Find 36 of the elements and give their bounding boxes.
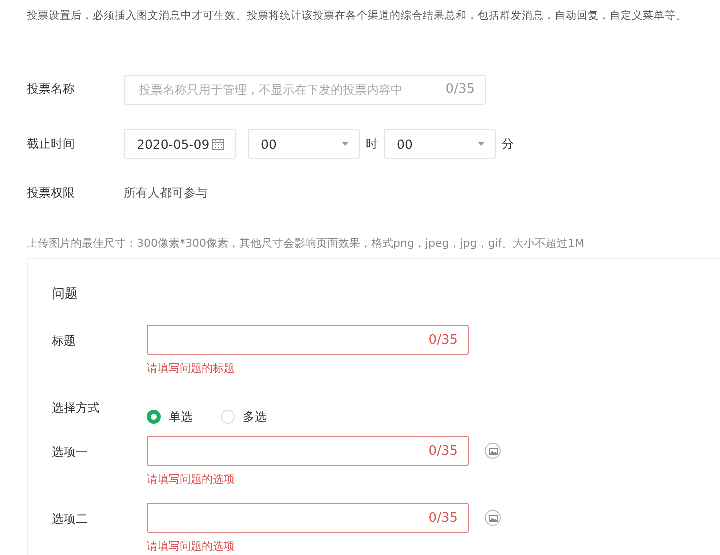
caret-icon [342, 142, 349, 146]
field-label: 投票名称 [27, 81, 76, 98]
char-counter: 0/35 [428, 332, 458, 348]
upload-hint: 上传图片的最佳尺寸：300像素*300像素，其他尺寸会影响页面效果，格式png，jpeg，jpg，gif。大小不超过1M [27, 236, 586, 251]
image-button[interactable] [485, 443, 501, 459]
image-icon [488, 514, 498, 522]
radio-option[interactable]: 单选 [147, 398, 193, 436]
date-field[interactable]: 2020-05-09 [124, 129, 236, 159]
field-label: 截止时间 [27, 136, 76, 152]
image-icon [488, 448, 498, 454]
input-field[interactable]: 0/35 [147, 503, 469, 533]
field-label: 投票权限 [27, 184, 76, 202]
unit-label: 分 [502, 136, 514, 152]
text-input[interactable]: 投票名称只用于管理，不显示在下发的投票内容中 [137, 82, 446, 98]
char-counter: 0/35 [428, 510, 458, 526]
hour-select[interactable]: 00 [248, 129, 360, 159]
error-message: 请填写问题的标题 [147, 361, 236, 376]
panel-title: 问题 [52, 286, 79, 303]
char-counter: 0/35 [428, 444, 458, 458]
image-button[interactable] [485, 510, 501, 526]
field-value: 所有人都可参与 [124, 184, 208, 202]
error-message: 请填写问题的选项 [147, 539, 236, 554]
field-label: 选项二 [52, 511, 89, 528]
radio-option[interactable]: 多选 [221, 398, 267, 436]
field-label: 选择方式 [52, 400, 101, 417]
unit-label: 时 [366, 136, 378, 152]
error-message: 请填写问题的选项 [147, 472, 236, 487]
input-field[interactable]: 0/35 [147, 436, 469, 466]
caret-icon [478, 142, 485, 146]
char-counter: 0/35 [446, 82, 475, 97]
field-label: 选项一 [52, 444, 89, 461]
calendar-icon [212, 138, 225, 150]
input-field[interactable]: 0/35 [147, 325, 469, 355]
minute-select[interactable]: 00 [384, 129, 496, 159]
intro-text: 投票设置后，必须插入图文消息中才可生效。投票将统计该投票在各个渠道的综合结果总和，包括群发消息，自动回复，自定义菜单等。 [27, 9, 688, 24]
field-label: 标题 [52, 333, 77, 350]
